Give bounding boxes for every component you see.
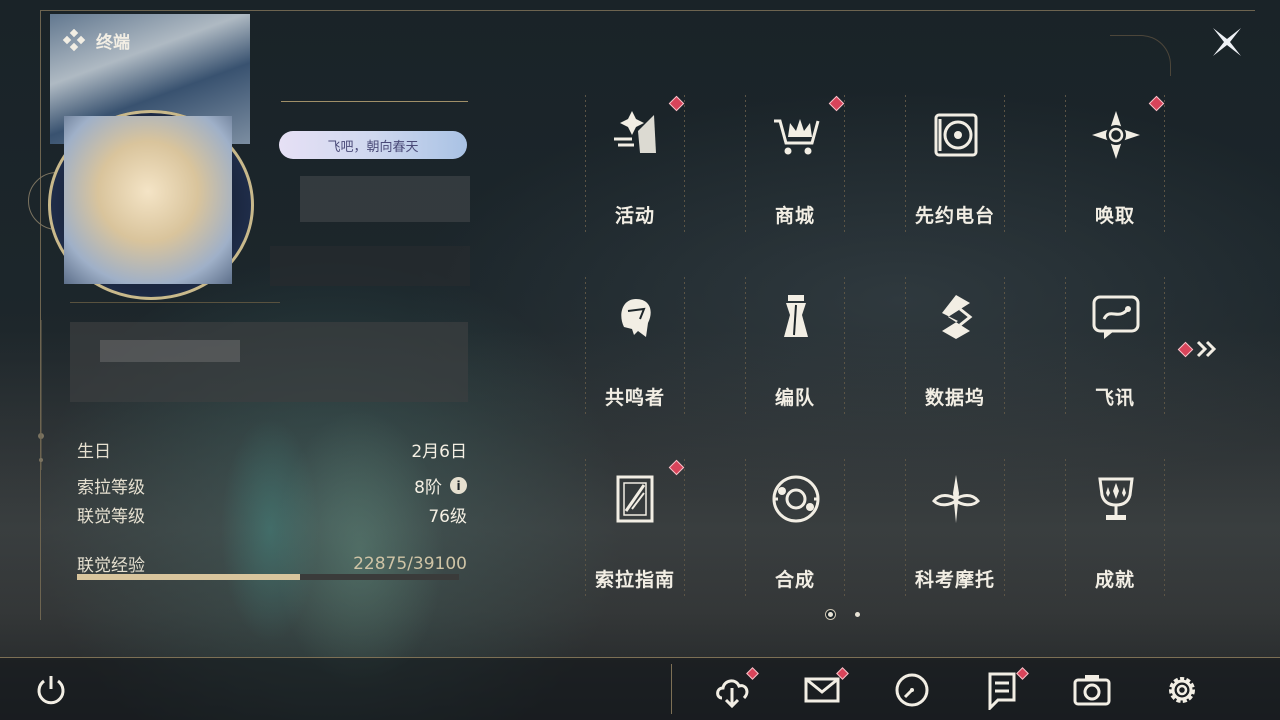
data-bank-icon <box>942 295 973 339</box>
info-value: 8阶 <box>414 478 442 498</box>
shop-cart-icon <box>774 119 820 155</box>
menu-item-label: 先约电台 <box>914 205 995 227</box>
info-icon[interactable]: i <box>450 477 467 494</box>
menu-item[interactable]: 唤取 <box>1065 95 1165 235</box>
toolbar-divider <box>671 664 672 714</box>
menu-item-label: 唤取 <box>1094 205 1135 227</box>
exp-progress-bar <box>77 574 459 580</box>
menu-item-label: 成就 <box>1094 569 1135 591</box>
info-label: 生日 <box>77 442 111 462</box>
notification-badge <box>668 95 685 112</box>
info-row-union-level: 联觉等级 76级 <box>77 502 467 527</box>
menu-item[interactable]: 飞讯 <box>1065 277 1165 417</box>
info-row-sola-level: 索拉等级 8阶 i <box>77 473 467 498</box>
motorcycle-icon <box>932 475 980 523</box>
close-x-icon[interactable] <box>1207 22 1247 62</box>
download-cloud-icon <box>716 679 749 709</box>
menu-item-label: 商城 <box>774 205 815 227</box>
frame-line <box>40 10 1255 11</box>
profile-tag-text: 飞吧，朝向春天 <box>327 139 419 155</box>
notification-badge <box>668 459 685 476</box>
player-name-redacted <box>300 176 470 222</box>
page-indicator <box>828 612 860 617</box>
menu-item[interactable]: 活动 <box>585 95 685 235</box>
frame-ornament <box>38 320 44 470</box>
menu-item-label: 共鸣者 <box>604 387 665 409</box>
radio-record-icon <box>934 113 978 157</box>
menu-item-label: 编队 <box>774 387 815 409</box>
resonator-head-icon <box>621 299 651 337</box>
trophy-icon <box>1098 477 1134 520</box>
clock-button[interactable] <box>892 670 932 710</box>
synthesis-icon <box>772 475 820 523</box>
signature-redacted <box>100 340 240 362</box>
info-row-birthday: 生日 2月6日 <box>77 437 467 462</box>
camera-icon <box>1073 675 1111 706</box>
notification-badge <box>1177 341 1194 357</box>
notice-button[interactable] <box>982 667 1029 710</box>
download-cloud-button[interactable] <box>712 667 759 710</box>
frame-ornament <box>1110 35 1171 76</box>
notice-icon <box>988 672 1016 710</box>
menu-item[interactable]: 数据坞 <box>905 277 1005 417</box>
avatar[interactable] <box>64 116 232 284</box>
info-value: 2月6日 <box>411 442 467 462</box>
frame-line <box>40 10 41 620</box>
camera-button[interactable] <box>1072 670 1112 710</box>
menu-item-label: 合成 <box>774 569 815 591</box>
page-dot[interactable] <box>855 612 860 617</box>
double-chevron-right-icon <box>1196 340 1217 358</box>
terminal-title: 终端 <box>62 28 130 53</box>
player-id-redacted <box>270 246 470 286</box>
divider <box>281 101 468 102</box>
info-value: 22875/39100 <box>353 553 467 574</box>
chat-message-icon <box>1092 295 1140 339</box>
next-page-button[interactable] <box>1177 340 1219 358</box>
info-label: 联觉等级 <box>77 507 145 527</box>
info-label: 联觉经验 <box>77 556 145 576</box>
menu-item-label: 科考摩托 <box>914 569 995 591</box>
menu-grid: 活动 商城 先约电台 唤取共鸣者 编队 数据坞 飞讯索拉指南 合成 科考摩托 成就 <box>585 95 1165 599</box>
team-chess-icon <box>784 295 808 337</box>
settings-gear-button[interactable] <box>1162 670 1202 710</box>
menu-item[interactable]: 合成 <box>745 459 845 599</box>
menu-item[interactable]: 商城 <box>745 95 845 235</box>
divider <box>70 302 280 303</box>
menu-item[interactable]: 索拉指南 <box>585 459 685 599</box>
guide-book-icon <box>616 475 654 523</box>
settings-gear-icon <box>1169 677 1195 703</box>
info-value: 76级 <box>428 507 467 527</box>
menu-item-label: 索拉指南 <box>594 569 675 591</box>
menu-item[interactable]: 成就 <box>1065 459 1165 599</box>
info-row-union-exp: 联觉经验 22875/39100 <box>77 551 467 577</box>
menu-item-label: 数据坞 <box>924 387 985 409</box>
diamond-cluster-icon <box>62 28 86 51</box>
notification-badge <box>828 95 845 112</box>
page-dot-active[interactable] <box>828 612 833 617</box>
menu-item[interactable]: 编队 <box>745 277 845 417</box>
convene-compass-icon <box>1092 111 1140 159</box>
menu-item[interactable]: 科考摩托 <box>905 459 1005 599</box>
mail-icon <box>804 677 840 703</box>
info-label: 索拉等级 <box>77 478 145 498</box>
power-icon[interactable] <box>33 672 69 708</box>
menu-item[interactable]: 先约电台 <box>905 95 1005 235</box>
exp-progress-fill <box>77 574 301 580</box>
page-title: 终端 <box>96 33 130 53</box>
notification-badge <box>1148 95 1165 112</box>
activity-sparkle-icon <box>614 111 656 153</box>
menu-item-label: 飞讯 <box>1094 387 1135 409</box>
clock-icon <box>895 673 929 707</box>
signature-box[interactable] <box>70 322 468 402</box>
menu-item[interactable]: 共鸣者 <box>585 277 685 417</box>
mail-button[interactable] <box>802 667 849 710</box>
profile-tag[interactable]: 飞吧，朝向春天 <box>279 131 467 159</box>
menu-item-label: 活动 <box>614 205 655 227</box>
